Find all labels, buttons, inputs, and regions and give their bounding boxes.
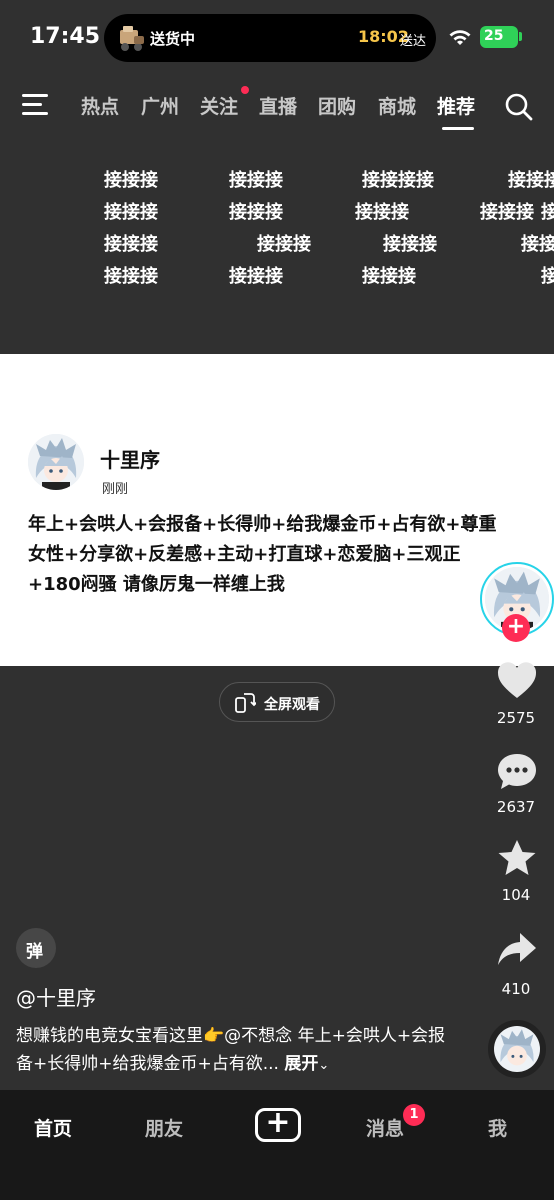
like-count: 2575 xyxy=(496,709,536,727)
chevron-down-icon: ⌄ xyxy=(318,1058,330,1073)
watermark-text: 接接接 xyxy=(104,170,158,191)
comment-icon[interactable] xyxy=(496,752,538,792)
music-disc[interactable] xyxy=(488,1020,546,1078)
watermark-text: 接接 xyxy=(521,234,554,255)
fullscreen-label: 全屏观看 xyxy=(264,697,320,713)
search-icon[interactable] xyxy=(504,92,534,122)
delivery-icon xyxy=(120,26,144,51)
fullscreen-button[interactable]: 全屏观看 xyxy=(219,682,335,722)
tab-friends[interactable]: 朋友 xyxy=(145,1114,183,1141)
watermark-text: 接接接 xyxy=(104,234,158,255)
danmu-toggle-button[interactable]: 弹 xyxy=(16,928,56,968)
tab-home[interactable]: 首页 xyxy=(34,1114,72,1141)
messages-badge: 1 xyxy=(403,1104,425,1126)
watermark-text: 接 xyxy=(541,266,554,287)
avatar xyxy=(28,434,84,490)
watermark-text: 接接接 xyxy=(355,202,409,223)
plus-icon: + xyxy=(265,1105,291,1140)
wifi-icon xyxy=(449,30,471,45)
tab-hot[interactable]: 热点 xyxy=(81,92,119,119)
tab-live[interactable]: 直播 xyxy=(259,92,297,119)
rotate-screen-icon xyxy=(235,693,256,713)
island-status: 送货中 xyxy=(150,30,196,48)
follow-button[interactable]: + xyxy=(502,614,530,642)
battery-level: 25 xyxy=(484,28,504,44)
watermark-text: 接接接 xyxy=(257,234,311,255)
watermark-text: 接接接 xyxy=(508,170,554,191)
expand-link[interactable]: 展开 xyxy=(284,1054,318,1074)
like-icon[interactable] xyxy=(496,660,538,700)
watermark-text: 接 xyxy=(541,202,554,223)
tab-following[interactable]: 关注 xyxy=(200,92,238,119)
tab-me[interactable]: 我 xyxy=(488,1114,507,1141)
card-timestamp: 刚刚 xyxy=(102,482,129,497)
top-nav: 热点 广州 关注 直播 团购 商城 推荐 xyxy=(0,80,554,130)
video-author[interactable]: @十里序 xyxy=(16,982,96,1011)
menu-icon[interactable] xyxy=(22,94,50,116)
favorite-count: 104 xyxy=(501,886,531,904)
watermark-text: 接接接接 xyxy=(362,170,434,191)
post-card: 十里序 刚刚 年上+会哄人+会报备+长得帅+给我爆金币+占有欲+尊重女性+分享欲… xyxy=(0,354,554,666)
tab-recommended[interactable]: 推荐 xyxy=(437,92,475,119)
tab-mall[interactable]: 商城 xyxy=(378,92,416,119)
card-author-name[interactable]: 十里序 xyxy=(100,444,160,473)
create-button[interactable]: + xyxy=(255,1105,301,1142)
tab-guangzhou[interactable]: 广州 xyxy=(141,92,179,119)
active-tab-indicator xyxy=(442,127,474,130)
watermark-text: 接接接 xyxy=(229,170,283,191)
battery-indicator: 25 xyxy=(480,26,518,48)
watermark-text: 接接接 xyxy=(104,202,158,223)
status-time: 17:45 xyxy=(30,24,101,49)
status-bar: 17:45 送货中 18:02 送达 25 xyxy=(0,0,554,76)
share-icon[interactable] xyxy=(496,930,538,970)
share-count: 410 xyxy=(501,980,531,998)
video-description-text: 想赚钱的电竞女宝看这里👉@不想念 年上+会哄人+会报备+长得帅+给我爆金币+占有… xyxy=(16,1026,446,1074)
watermark-text: 接接接 xyxy=(229,266,283,287)
comment-count: 2637 xyxy=(496,798,536,816)
watermark-text: 接接接 xyxy=(383,234,437,255)
card-text: 年上+会哄人+会报备+长得帅+给我爆金币+占有欲+尊重女性+分享欲+反差感+主动… xyxy=(28,514,497,595)
watermark-text: 接接接 xyxy=(362,266,416,287)
video-description[interactable]: 想赚钱的电竞女宝看这里👉@不想念 年上+会哄人+会报备+长得帅+给我爆金币+占有… xyxy=(16,1022,456,1080)
tab-group-buy[interactable]: 团购 xyxy=(318,92,356,119)
island-eta-label: 送达 xyxy=(400,34,427,49)
watermark-text: 接接接 xyxy=(480,202,534,223)
bottom-tab-bar: 首页 朋友 + 消息 1 我 xyxy=(0,1090,554,1200)
following-notification-dot xyxy=(241,86,249,94)
danmu-label: 弹 xyxy=(26,942,43,962)
tab-messages[interactable]: 消息 xyxy=(366,1114,404,1141)
avatar-illustration xyxy=(494,1026,540,1072)
favorite-star-icon[interactable] xyxy=(496,838,538,878)
watermark-text: 接接接 xyxy=(229,202,283,223)
avatar-illustration xyxy=(28,434,84,490)
watermark-text: 接接接 xyxy=(104,266,158,287)
dynamic-island[interactable]: 送货中 18:02 送达 xyxy=(104,14,436,62)
battery-tip xyxy=(519,32,522,41)
